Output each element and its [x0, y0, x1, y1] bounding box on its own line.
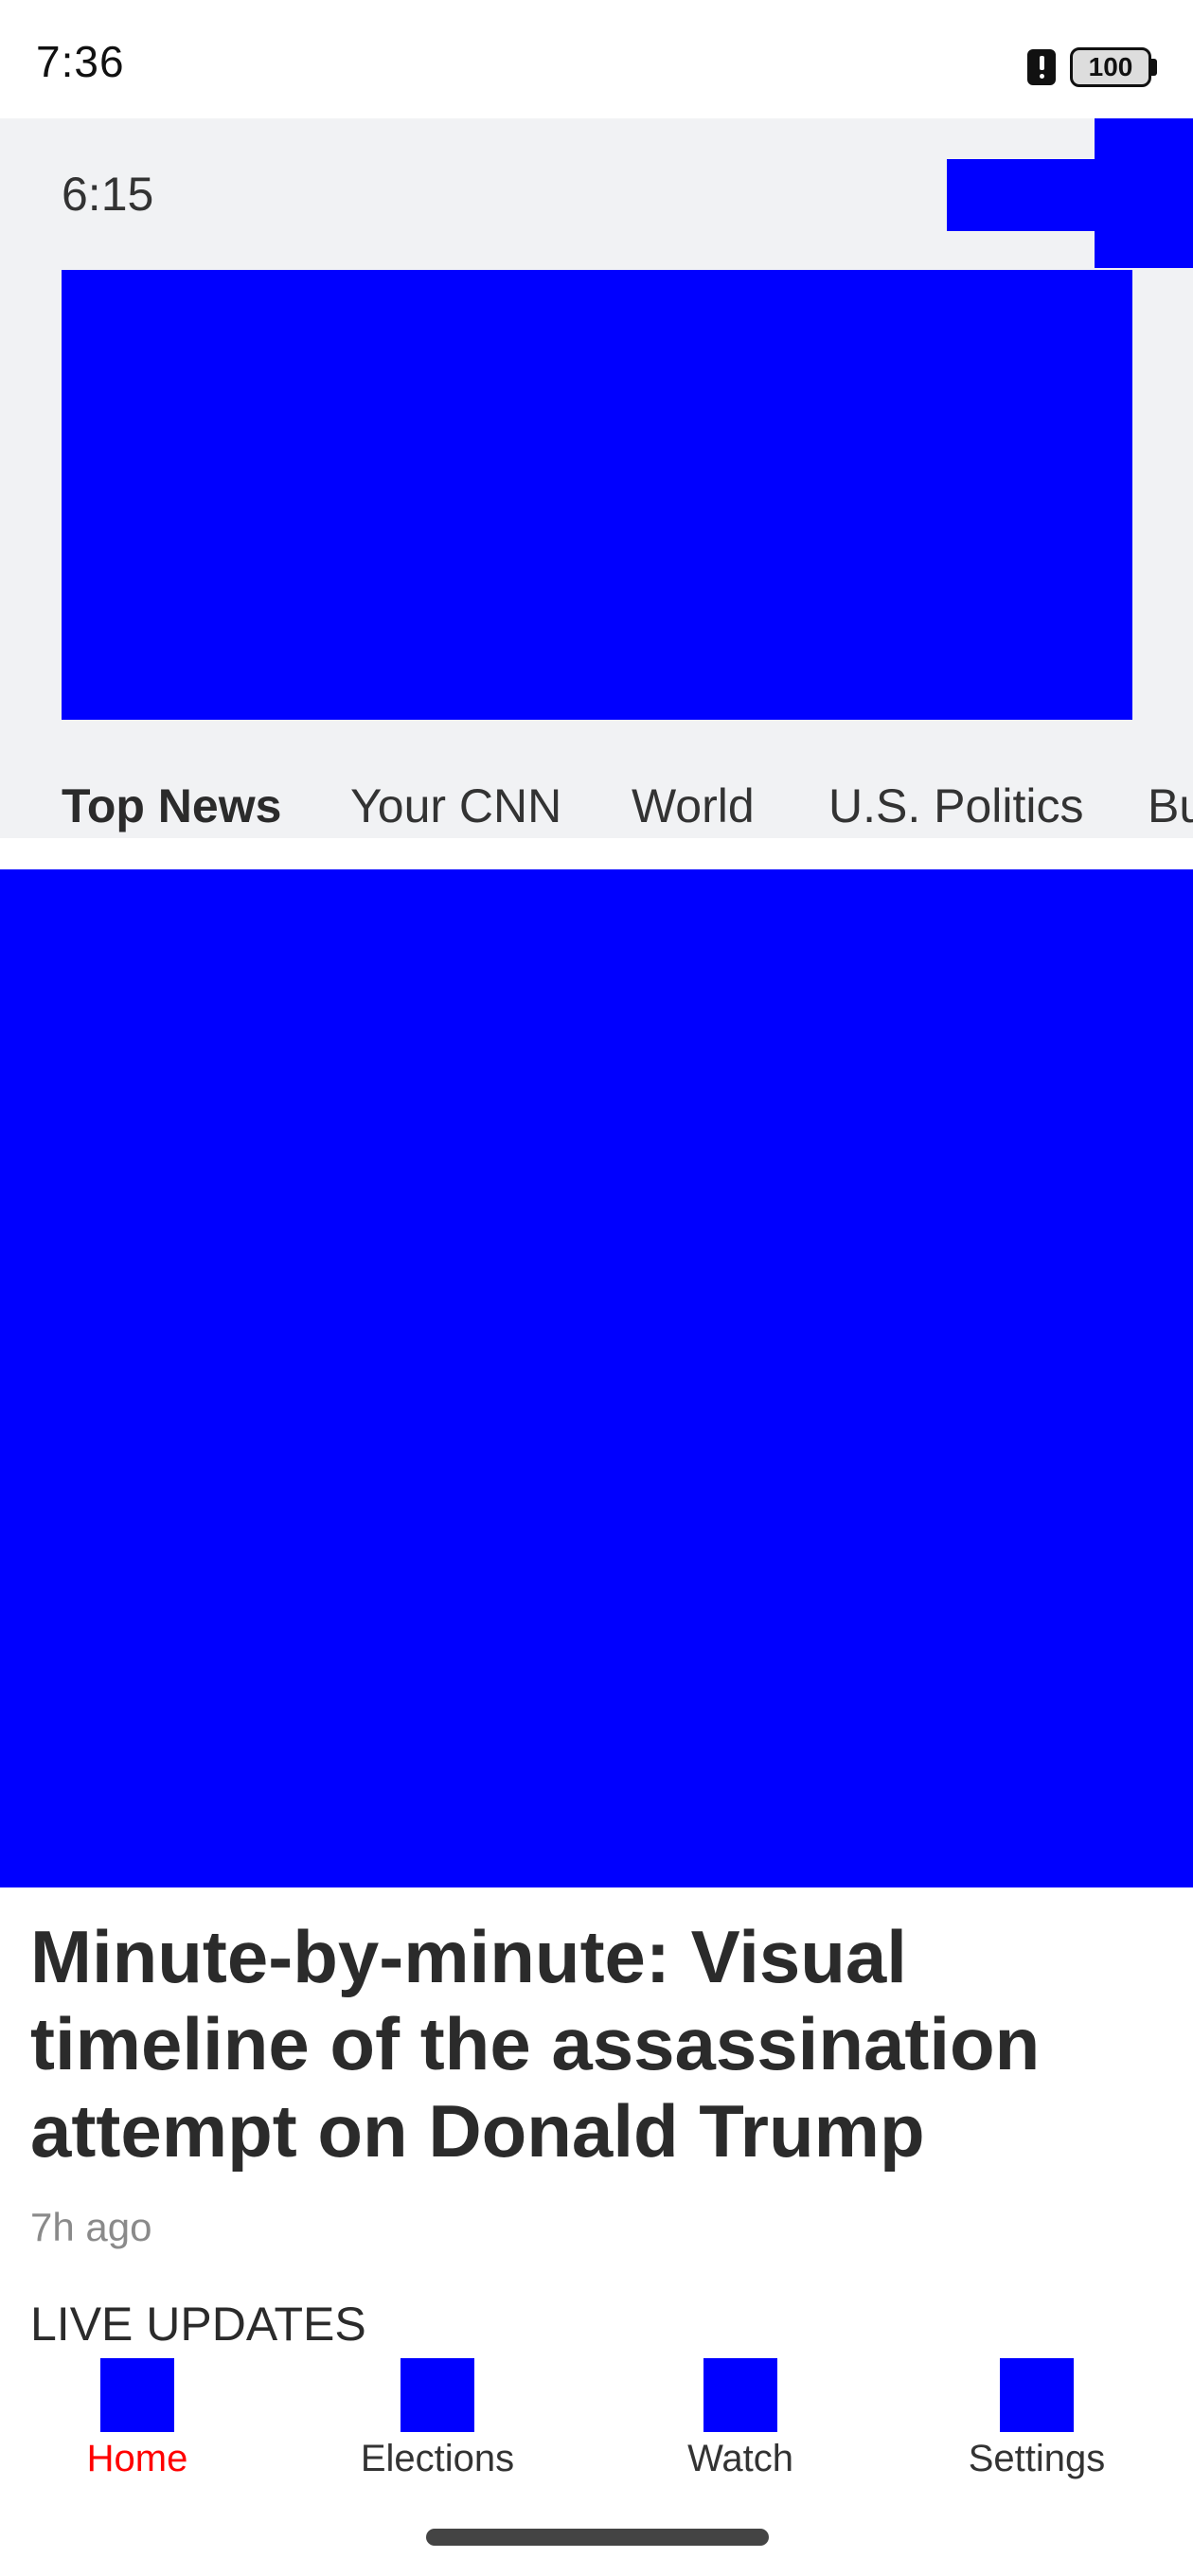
- article-image[interactable]: [0, 869, 1193, 1887]
- category-tabs: Top News Your CNN World U.S. Politics Bu: [0, 767, 1193, 838]
- tab-business[interactable]: Bu: [1148, 778, 1193, 833]
- nav-elections[interactable]: Elections: [343, 2358, 532, 2480]
- tab-us-politics[interactable]: U.S. Politics: [828, 778, 1084, 833]
- battery-icon: 100: [1070, 47, 1151, 87]
- hero-banner[interactable]: [62, 270, 1132, 720]
- live-time: 6:15: [62, 168, 154, 221]
- nav-home[interactable]: Home: [57, 2358, 218, 2480]
- article-timestamp: 7h ago: [30, 2205, 152, 2249]
- nav-watch-label: Watch: [687, 2438, 793, 2479]
- status-time: 7:36: [36, 37, 125, 86]
- alert-icon: [1027, 49, 1056, 85]
- home-indicator[interactable]: [426, 2529, 769, 2546]
- article-headline[interactable]: Minute-by-minute: Visual timeline of the…: [30, 1913, 1148, 2174]
- nav-settings-label: Settings: [968, 2438, 1106, 2479]
- nav-home-label: Home: [86, 2438, 188, 2479]
- settings-icon: [1000, 2358, 1074, 2432]
- header-placeholder-bar[interactable]: [947, 159, 1117, 231]
- section-label-live-updates: LIVE UPDATES: [30, 2298, 366, 2351]
- status-bar: 7:36 100: [0, 0, 1193, 118]
- header-placeholder-square[interactable]: [1095, 118, 1193, 268]
- watch-icon: [703, 2358, 777, 2432]
- battery-tip: [1151, 59, 1157, 76]
- nav-elections-label: Elections: [360, 2438, 515, 2479]
- nav-watch[interactable]: Watch: [655, 2358, 826, 2480]
- tab-your-cnn[interactable]: Your CNN: [350, 778, 561, 833]
- tab-world[interactable]: World: [632, 778, 755, 833]
- home-icon: [100, 2358, 174, 2432]
- tab-top-news[interactable]: Top News: [62, 778, 281, 833]
- nav-settings[interactable]: Settings: [947, 2358, 1127, 2480]
- elections-icon: [401, 2358, 474, 2432]
